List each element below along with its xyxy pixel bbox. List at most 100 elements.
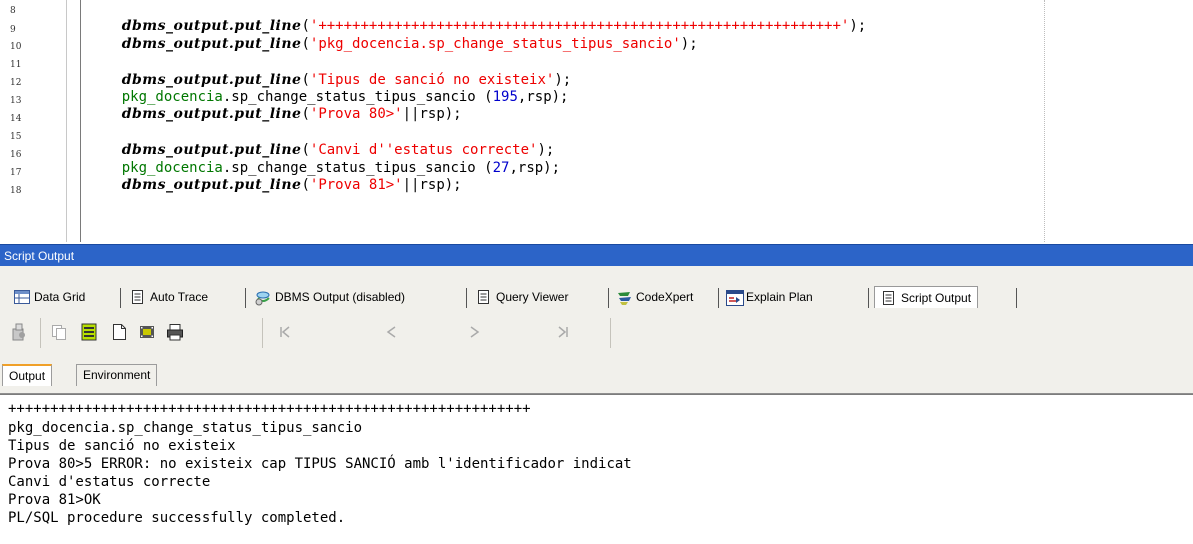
line-number: 9 (10, 25, 16, 35)
line-number: 11 (10, 60, 22, 70)
codexpert-icon (616, 290, 632, 305)
code-punctuation: ); (849, 18, 867, 34)
output-line: PL/SQL procedure successfully completed. (8, 510, 346, 526)
new-document-icon (113, 324, 126, 340)
document-icon (130, 290, 146, 304)
print-icon (167, 324, 183, 341)
tab-data-grid[interactable]: Data Grid (14, 286, 85, 308)
tab-codexpert[interactable]: CodeXpert (616, 286, 693, 308)
code-punctuation: ||rsp); (402, 177, 462, 193)
output-line: Prova 80>5 ERROR: no existeix cap TIPUS … (8, 456, 632, 472)
line-number: 8 (10, 6, 16, 16)
tab-divider (466, 288, 467, 308)
tab-auto-trace[interactable]: Auto Trace (130, 286, 208, 308)
line-number: 10 (10, 42, 22, 52)
tab-explain-plan[interactable]: Explain Plan (726, 286, 813, 308)
tab-divider (120, 288, 121, 308)
previous-page-button[interactable] (380, 321, 402, 343)
line-number: 18 (10, 186, 22, 196)
code-string: 'Prova 81>' (309, 177, 403, 193)
code-punctuation: ,rsp); (509, 160, 561, 176)
gutter-divider (80, 0, 81, 242)
code-punctuation: ( (301, 106, 310, 122)
code-keyword: dbms_output.put_line (121, 36, 302, 52)
tab-label: CodeXpert (636, 290, 694, 304)
next-page-icon (470, 326, 480, 338)
tab-label: Query Viewer (496, 290, 569, 304)
line-number: 17 (10, 168, 22, 178)
code-keyword: dbms_output.put_line (121, 177, 302, 193)
output-line: Prova 81>OK (8, 492, 101, 508)
tab-query-viewer[interactable]: Query Viewer (476, 286, 568, 308)
tab-dbms-output[interactable]: DBMS Output (disabled) (255, 286, 405, 308)
tab-label: DBMS Output (disabled) (275, 290, 406, 304)
tab-divider (245, 288, 246, 308)
save-output-button[interactable] (78, 321, 100, 343)
output-line: Canvi d'estatus correcte (8, 474, 211, 490)
tab-label: Data Grid (34, 290, 86, 304)
tab-divider (718, 288, 719, 308)
subtab-output[interactable]: Output (2, 364, 53, 386)
line-number: 15 (10, 132, 22, 142)
code-number: 27 (492, 160, 510, 176)
clear-output-button[interactable] (8, 321, 30, 343)
first-page-icon (280, 326, 290, 338)
film-strip-button[interactable] (136, 321, 158, 343)
line-number-gutter: 8 9 10 11 12 13 14 15 16 17 18 (0, 0, 50, 242)
panel-title: Script Output (4, 249, 75, 263)
subtab-environment[interactable]: Environment (76, 364, 158, 386)
code-keyword: dbms_output.put_line (121, 106, 302, 122)
last-page-button[interactable] (552, 321, 574, 343)
code-punctuation: ||rsp); (402, 106, 462, 122)
first-page-button[interactable] (274, 321, 296, 343)
output-subtabs (0, 354, 1193, 394)
output-line: Tipus de sanció no existeix (8, 438, 236, 454)
script-output-text[interactable]: ++++++++++++++++++++++++++++++++++++++++… (0, 394, 1193, 544)
data-grid-icon (14, 290, 30, 304)
explain-plan-icon (726, 290, 744, 306)
toolbar-divider (610, 318, 611, 348)
document-icon (476, 290, 492, 304)
right-margin-guide (1044, 0, 1045, 242)
gutter-divider (66, 0, 67, 242)
film-icon (140, 326, 154, 338)
tab-divider (1016, 288, 1017, 308)
code-punctuation: ); (680, 36, 698, 52)
toolbar-divider (262, 318, 263, 348)
previous-page-icon (386, 326, 396, 338)
line-number: 14 (10, 114, 22, 124)
code-string: 'Prova 80>' (309, 106, 403, 122)
code-punctuation: ,rsp); (517, 89, 569, 105)
line-number: 13 (10, 96, 22, 106)
script-output-title-bar: Script Output (0, 244, 1193, 266)
print-button[interactable] (164, 321, 186, 343)
copy-icon (52, 325, 66, 340)
code-punctuation: ( (301, 36, 310, 52)
code-punctuation: ( (484, 160, 493, 176)
tab-label: Script Output (901, 290, 972, 305)
document-icon (881, 290, 897, 305)
tab-divider (608, 288, 609, 308)
output-line: ++++++++++++++++++++++++++++++++++++++++… (8, 401, 531, 417)
code-string: 'pkg_docencia.sp_change_status_tipus_san… (309, 36, 681, 52)
line-number: 16 (10, 150, 22, 160)
copy-button[interactable] (48, 321, 70, 343)
last-page-icon (558, 326, 568, 338)
dbms-output-icon (255, 290, 271, 306)
output-line: pkg_docencia.sp_change_status_tipus_sanc… (8, 420, 363, 436)
clear-icon (12, 323, 25, 341)
line-number: 12 (10, 78, 22, 88)
sql-editor[interactable]: 8 9 10 11 12 13 14 15 16 17 18 dbms_outp… (0, 0, 1193, 242)
next-page-button[interactable] (464, 321, 486, 343)
new-document-button[interactable] (108, 321, 130, 343)
code-line[interactable]: dbms_output.put_line('Prova 81>'||rsp); (88, 161, 462, 209)
tab-script-output[interactable]: Script Output (874, 286, 979, 308)
toolbar-divider (40, 318, 41, 348)
code-number: 195 (492, 89, 518, 105)
tab-label: Auto Trace (150, 290, 209, 304)
code-punctuation: ( (301, 177, 310, 193)
save-doc-icon (81, 323, 97, 341)
code-punctuation: ( (484, 89, 493, 105)
tab-label: Explain Plan (746, 290, 813, 304)
tab-divider (868, 288, 869, 308)
